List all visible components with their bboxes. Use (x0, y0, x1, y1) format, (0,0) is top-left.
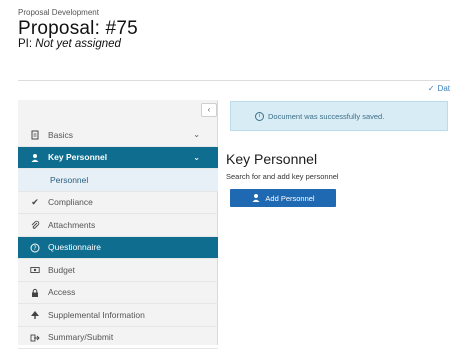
sidebar-item-key-personnel[interactable]: Key Personnel ⌄ (18, 147, 218, 170)
module-name: Proposal Development (18, 8, 438, 17)
sidebar-item-compliance[interactable]: ✔ Compliance (18, 192, 218, 215)
sidebar-item-attachments[interactable]: Attachments (18, 214, 218, 237)
sidebar-nav: Basics ⌄ Key Personnel ⌄ Personnel ✔ Com… (18, 124, 218, 349)
page-header: Proposal Development Proposal: #75 PI: N… (18, 8, 438, 50)
sidebar-item-label: Summary/Submit (48, 332, 113, 342)
document-icon (28, 129, 42, 140)
sidebar-item-basics[interactable]: Basics ⌄ (18, 124, 218, 147)
sidebar-item-label: Budget (48, 265, 75, 275)
person-icon (251, 193, 261, 203)
check-icon: ✓ (428, 84, 435, 93)
sidebar-item-label: Compliance (48, 197, 93, 207)
section-title: Key Personnel (226, 151, 317, 167)
alert-message: Document was successfully saved. (268, 112, 384, 121)
chevron-down-icon: ⌄ (193, 153, 200, 162)
info-icon: i (255, 112, 264, 121)
pi-label: PI: (18, 38, 32, 50)
sidebar-item-label: Attachments (48, 220, 95, 230)
sidebar-item-summary-submit[interactable]: Summary/Submit (18, 327, 218, 349)
sidebar: Basics ⌄ Key Personnel ⌄ Personnel ✔ Com… (18, 100, 218, 345)
sidebar-item-label: Supplemental Information (48, 310, 145, 320)
section-subtitle: Search for and add key personnel (226, 172, 339, 181)
sidebar-item-supplemental-information[interactable]: Supplemental Information (18, 304, 218, 327)
sidebar-item-label: Personnel (50, 175, 88, 185)
sidebar-item-label: Key Personnel (48, 152, 107, 162)
sidebar-item-questionnaire[interactable]: ? Questionnaire (18, 237, 218, 260)
page-title: Proposal: #75 (18, 18, 438, 40)
question-circle-icon: ? (28, 242, 42, 253)
sidebar-collapse-button[interactable]: ‹ (201, 103, 217, 117)
paperclip-icon (28, 219, 42, 230)
money-icon (28, 264, 42, 275)
top-right-link-label: Dat (438, 84, 450, 93)
success-alert: i Document was successfully saved. (230, 101, 448, 131)
check-icon: ✔ (28, 197, 42, 208)
sidebar-item-budget[interactable]: Budget (18, 259, 218, 282)
sign-out-icon (28, 332, 42, 343)
svg-text:?: ? (33, 245, 36, 252)
top-right-link[interactable]: ✓Dat (428, 84, 450, 93)
chevron-down-icon: ⌄ (193, 130, 200, 139)
sidebar-item-access[interactable]: Access (18, 282, 218, 305)
tree-icon (28, 309, 42, 320)
sidebar-subitem-personnel[interactable]: Personnel (18, 169, 218, 192)
sidebar-item-label: Questionnaire (48, 242, 101, 252)
header-divider (18, 80, 450, 81)
person-icon (28, 152, 42, 163)
add-personnel-label: Add Personnel (265, 194, 314, 203)
sidebar-item-label: Basics (48, 130, 73, 140)
lock-icon (28, 287, 42, 298)
sidebar-item-label: Access (48, 287, 75, 297)
add-personnel-button[interactable]: Add Personnel (230, 189, 336, 207)
pi-line: PI: Not yet assigned (18, 38, 438, 50)
pi-value: Not yet assigned (35, 38, 121, 50)
